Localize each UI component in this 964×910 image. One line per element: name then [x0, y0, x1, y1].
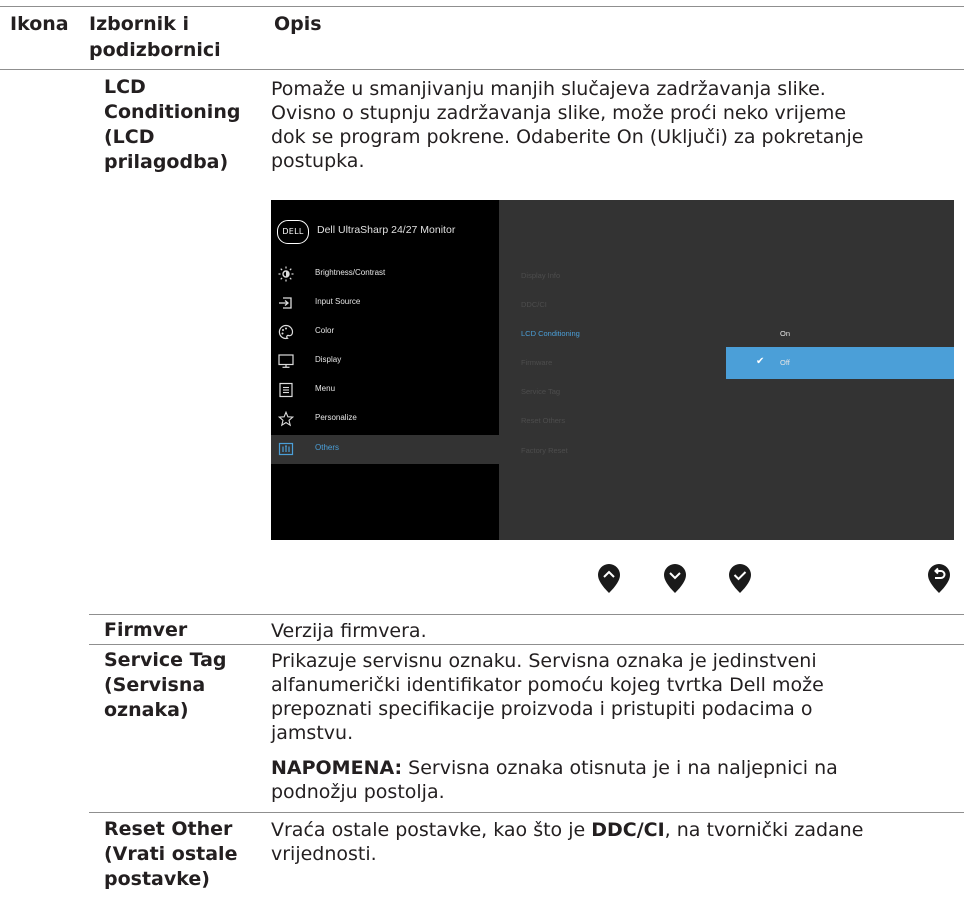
osd-submenu-factory-reset[interactable]: Factory Reset [521, 446, 568, 455]
osd-menu-label: Display [315, 355, 342, 364]
osd-menu-menu[interactable]: Menu [271, 376, 499, 405]
lcd-conditioning-name: LCD Conditioning (LCD prilagodba) [104, 76, 241, 173]
osd-menu-label: Color [315, 326, 335, 335]
osd-submenu-lcd-conditioning[interactable]: LCD Conditioning [521, 329, 580, 338]
osd-menu-label: Input Source [315, 297, 361, 306]
note-label: NAPOMENA: [271, 757, 403, 779]
firmware-description: Verzija firmvera. [271, 620, 427, 642]
service-tag-description: Prikazuje servisnu oznaku. Servisna ozna… [271, 650, 824, 744]
display-monitor-icon [277, 353, 295, 369]
reset-other-description: Vraća ostale postavke, kao što je DDC/CI… [271, 819, 864, 865]
others-icon [277, 441, 295, 457]
osd-menu-color[interactable]: Color [271, 318, 499, 347]
osd-menu-others[interactable]: Others [271, 435, 499, 464]
osd-menu-label: Brightness/Contrast [315, 268, 386, 277]
osd-menu-label: Others [315, 443, 340, 452]
reset-other-name: Reset Other (Vrati ostale postavke) [104, 818, 238, 890]
down-button-icon[interactable] [663, 564, 687, 594]
osd-submenu-firmware[interactable]: Firmware [521, 358, 552, 367]
header-icon-column: Ikona [10, 13, 69, 35]
table-top-rule [0, 6, 964, 7]
brightness-icon [277, 266, 295, 282]
checkmark-icon: ✔ [756, 356, 765, 367]
dell-logo: DELL [277, 220, 309, 244]
osd-submenu-service-tag[interactable]: Service Tag [521, 387, 560, 396]
osd-option-on[interactable]: On [726, 318, 954, 350]
osd-title: Dell UltraSharp 24/27 Monitor [317, 224, 456, 236]
star-icon [277, 410, 295, 427]
osd-menu-label: Menu [315, 384, 336, 393]
header-description-column: Opis [274, 13, 322, 35]
osd-menu-input-source[interactable]: Input Source [271, 289, 499, 318]
service-tag-name: Service Tag (Servisna oznaka) [104, 649, 227, 721]
color-palette-icon [277, 324, 295, 340]
confirm-button-icon[interactable] [728, 564, 752, 594]
header-menu-column-line1: Izbornik i [89, 13, 189, 35]
input-source-icon [277, 295, 295, 311]
service-tag-top-rule [89, 644, 964, 645]
osd-submenu-reset-others[interactable]: Reset Others [521, 416, 565, 425]
osd-menu-display[interactable]: Display [271, 347, 499, 376]
firmware-name: Firmver [104, 619, 188, 641]
up-button-icon[interactable] [597, 564, 621, 594]
service-tag-note: NAPOMENA: Servisna oznaka otisnuta je i … [271, 757, 838, 803]
osd-submenu-display-info[interactable]: Display Info [521, 271, 560, 280]
header-menu-column-line2: podizbornici [89, 39, 221, 61]
osd-submenu-ddc-ci[interactable]: DDC/CI [521, 300, 547, 309]
menu-icon [277, 382, 295, 398]
osd-option-off[interactable]: ✔ Off [726, 347, 954, 379]
back-button-icon[interactable] [927, 564, 951, 594]
lcd-conditioning-description: Pomaže u smanjivanju manjih slučajeva za… [271, 78, 864, 172]
header-bottom-rule [0, 69, 964, 70]
osd-main-menu-panel: DELL Dell UltraSharp 24/27 Monitor Brigh… [271, 200, 499, 540]
osd-menu-label: Personalize [315, 413, 357, 422]
osd-menu-brightness-contrast[interactable]: Brightness/Contrast [271, 260, 499, 289]
osd-menu-personalize[interactable]: Personalize [271, 405, 499, 434]
reset-other-top-rule [89, 812, 964, 813]
firmware-top-rule [89, 614, 964, 615]
osd-screenshot: DELL Dell UltraSharp 24/27 Monitor Brigh… [271, 200, 954, 540]
